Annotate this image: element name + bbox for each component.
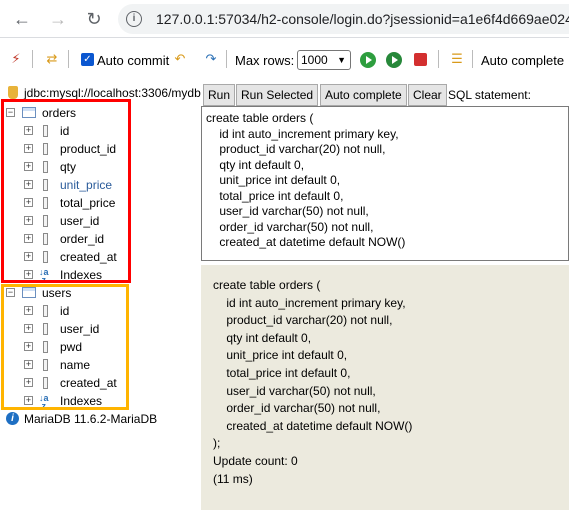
- arrow-left-icon[interactable]: ←: [12, 9, 32, 29]
- result-line: product_id varchar(20) not null,: [213, 313, 393, 328]
- max-rows-label: Max rows:: [235, 53, 295, 68]
- reload-icon[interactable]: ↻: [84, 9, 104, 29]
- separator: [472, 50, 473, 68]
- auto-complete-button[interactable]: Auto complete: [320, 84, 407, 106]
- history-icon[interactable]: ☰: [449, 51, 465, 67]
- max-rows-value: 1000: [301, 53, 328, 67]
- browser-toolbar: ← → ↻ i 127.0.0.1:57034/h2-console/login…: [0, 0, 569, 38]
- address-bar[interactable]: i 127.0.0.1:57034/h2-console/login.do?js…: [118, 4, 569, 34]
- sql-statement-label: SQL statement:: [448, 88, 531, 102]
- result-line: qty int default 0,: [213, 330, 312, 345]
- url-text[interactable]: 127.0.0.1:57034/h2-console/login.do?jses…: [156, 11, 569, 27]
- editor-line: created_at datetime default NOW(): [206, 235, 406, 249]
- editor-line: create table orders (: [206, 111, 314, 125]
- result-line: );: [213, 436, 221, 451]
- rollback-icon[interactable]: ↶: [172, 51, 188, 67]
- editor-line: total_price int default 0,: [206, 188, 344, 203]
- max-rows-select[interactable]: 1000 ▼: [297, 50, 351, 70]
- result-line: total_price int default 0,: [213, 365, 351, 380]
- database-icon: [8, 86, 18, 99]
- result-line: created_at datetime default NOW(): [213, 418, 413, 433]
- users-highlight-box: [1, 284, 129, 410]
- update-count: Update count: 0: [213, 453, 298, 468]
- refresh-icon[interactable]: ⇄: [44, 51, 60, 67]
- editor-line: unit_price int default 0,: [206, 173, 341, 187]
- site-info-icon[interactable]: i: [126, 11, 142, 27]
- run-button[interactable]: Run: [203, 84, 236, 106]
- clear-button[interactable]: Clear: [408, 84, 447, 106]
- result-line: unit_price int default 0,: [213, 348, 348, 363]
- orders-highlight-box: [1, 99, 131, 283]
- stop-icon[interactable]: [414, 53, 427, 66]
- result-line: order_id varchar(50) not null,: [213, 401, 381, 416]
- result-line: id int auto_increment primary key,: [213, 295, 406, 310]
- arrow-right-icon[interactable]: →: [48, 9, 68, 29]
- result-line: create table orders (: [213, 278, 321, 292]
- info-icon: i: [6, 412, 19, 425]
- editor-line: order_id varchar(50) not null,: [206, 219, 374, 234]
- auto-commit-checkbox[interactable]: ✓: [81, 53, 94, 66]
- run-selected-icon[interactable]: [386, 52, 402, 68]
- disconnect-icon[interactable]: ⚡: [8, 51, 24, 67]
- run-selected-button[interactable]: Run Selected: [236, 84, 319, 106]
- h2-toolbar: ⚡ ⇄ ✓ Auto commit ↶ ↷ Max rows: 1000 ▼ ☰…: [0, 38, 569, 82]
- editor-line: product_id varchar(20) not null,: [206, 142, 386, 156]
- editor-line: user_id varchar(50) not null,: [206, 204, 369, 218]
- auto-complete-label: Auto complete: [481, 53, 565, 68]
- database-version: MariaDB 11.6.2-MariaDB: [24, 412, 158, 426]
- chevron-down-icon: ▼: [337, 55, 346, 65]
- execution-time: (11 ms): [213, 471, 253, 486]
- separator: [438, 50, 439, 68]
- run-icon[interactable]: [360, 52, 376, 68]
- separator: [32, 50, 33, 68]
- editor-line: qty int default 0,: [206, 157, 305, 172]
- result-panel: create table orders ( id int auto_increm…: [201, 265, 569, 510]
- commit-icon[interactable]: ↷: [203, 51, 219, 67]
- separator: [68, 50, 69, 68]
- auto-commit-label: Auto commit: [97, 53, 170, 68]
- result-line: user_id varchar(50) not null,: [213, 383, 376, 398]
- editor-line: id int auto_increment primary key,: [206, 126, 399, 141]
- separator: [226, 50, 227, 68]
- sql-editor[interactable]: create table orders ( id int auto_increm…: [201, 106, 569, 261]
